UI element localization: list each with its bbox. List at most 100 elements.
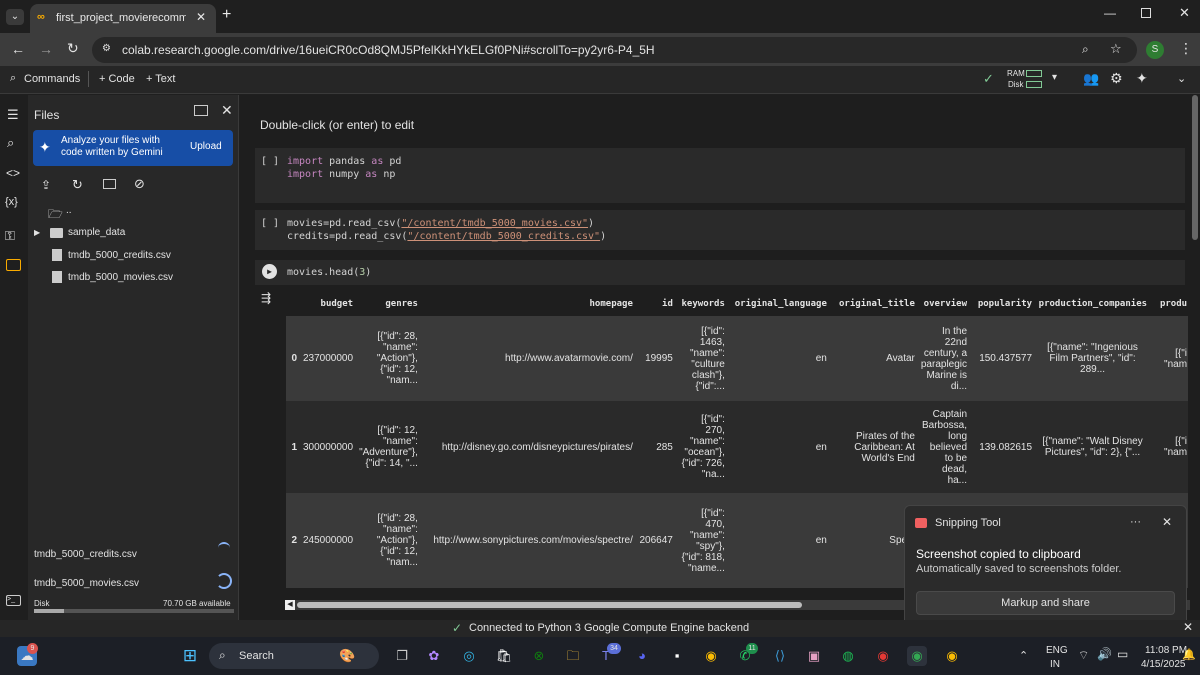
open-in-tab-icon[interactable] bbox=[194, 105, 208, 116]
wifi-icon[interactable]: ⌔ bbox=[1078, 648, 1089, 663]
zoom-icon[interactable]: ⌕ bbox=[1082, 42, 1089, 57]
task-view-icon[interactable]: ❐ bbox=[392, 646, 412, 666]
chrome-profile-icon[interactable]: ◉ bbox=[907, 646, 927, 666]
settings-gear-icon[interactable]: ⚙ bbox=[1110, 70, 1123, 87]
discord-icon[interactable]: ◕ bbox=[632, 646, 652, 666]
code-token: ) bbox=[588, 218, 595, 229]
table-cell: [{"id": 270, "name": "ocean"}, {"id": 726, "n… bbox=[675, 401, 728, 493]
add-text-button[interactable]: + Text bbox=[146, 73, 175, 85]
commands-button[interactable]: Commands bbox=[24, 73, 80, 85]
show-hidden-icons[interactable]: ⌃ bbox=[1019, 649, 1028, 662]
forward-icon[interactable]: → bbox=[39, 41, 53, 57]
browser-tab[interactable]: ∞ first_project_movierecommend ✕ bbox=[30, 4, 216, 33]
xbox-icon[interactable]: ⊗ bbox=[529, 646, 549, 666]
mount-drive-icon[interactable] bbox=[103, 179, 116, 189]
reload-icon[interactable]: ↻ bbox=[67, 40, 79, 57]
chrome-profile-icon[interactable]: ◉ bbox=[873, 646, 893, 666]
find-icon[interactable]: ⌕ bbox=[7, 135, 14, 151]
text-cell[interactable]: Double-click (or enter) to edit bbox=[260, 118, 414, 132]
url-field[interactable]: ⚙ colab.research.google.com/drive/16ueiC… bbox=[92, 37, 1137, 63]
markup-and-share-button[interactable]: Markup and share bbox=[916, 591, 1175, 615]
search-highlight-icon: 🎨 bbox=[339, 648, 356, 663]
file-explorer-icon[interactable]: 🗀 bbox=[563, 646, 583, 666]
vertical-scrollbar[interactable] bbox=[1190, 95, 1200, 620]
tab-search-icon[interactable]: ⌄ bbox=[6, 9, 24, 25]
toast-more-icon[interactable]: ··· bbox=[1130, 516, 1141, 528]
language-region[interactable]: IN bbox=[1050, 659, 1060, 670]
expand-arrow-icon[interactable]: ▶ bbox=[34, 228, 40, 237]
hide-files-icon[interactable]: ⊘ bbox=[134, 176, 145, 192]
gemini-analyze-banner[interactable]: ✦ Analyze your files with code written b… bbox=[33, 130, 233, 166]
terminal-icon[interactable]: >_ bbox=[6, 595, 21, 606]
code-cell-head[interactable]: ▶ movies.head(3) bbox=[255, 260, 1185, 285]
column-header: id bbox=[662, 299, 673, 309]
code-token: ) bbox=[365, 267, 372, 278]
volume-icon[interactable]: 🔊 bbox=[1097, 647, 1112, 661]
cell-line: [{"id": bbox=[701, 325, 725, 337]
table-cell: 245000000 bbox=[300, 493, 357, 588]
app-icon[interactable]: ▪ bbox=[667, 646, 687, 666]
clock-date[interactable]: 4/15/2025 bbox=[1141, 659, 1186, 670]
toast-close-icon[interactable]: ✕ bbox=[1162, 515, 1172, 529]
tab-close-icon[interactable]: ✕ bbox=[196, 10, 206, 24]
store-icon[interactable]: 🛍 bbox=[494, 646, 514, 666]
cell-line: 289... bbox=[1080, 364, 1106, 375]
files-close-icon[interactable]: ✕ bbox=[221, 102, 233, 119]
gemini-icon: ✦ bbox=[39, 139, 51, 155]
status-close-icon[interactable]: ✕ bbox=[1183, 620, 1193, 634]
copilot-icon[interactable]: ✿ bbox=[424, 646, 444, 666]
battery-icon[interactable]: ▭ bbox=[1117, 647, 1128, 661]
code-snippets-icon[interactable]: <> bbox=[6, 166, 20, 180]
back-icon[interactable]: ← bbox=[11, 41, 25, 57]
table-cell: 300000000 bbox=[300, 401, 357, 493]
clock-time[interactable]: 11:08 PM bbox=[1145, 645, 1187, 656]
start-windows-icon[interactable]: ⊞ bbox=[180, 646, 200, 666]
folder-sample-data[interactable]: sample_data bbox=[68, 227, 125, 238]
vscode-icon[interactable]: ⟨⟩ bbox=[770, 646, 790, 666]
upload-file-icon[interactable]: ⇪ bbox=[41, 178, 51, 192]
output-actions-icon[interactable]: ⇶ bbox=[261, 291, 271, 305]
toc-icon[interactable]: ☰ bbox=[7, 107, 19, 123]
app-icon[interactable]: ▣ bbox=[804, 646, 824, 666]
refresh-icon[interactable]: ↻ bbox=[72, 177, 83, 193]
edge-icon[interactable]: ◎ bbox=[459, 646, 479, 666]
cell-run-bracket[interactable]: [ ] bbox=[261, 218, 279, 229]
add-code-button[interactable]: + Code bbox=[99, 73, 135, 85]
file-credits[interactable]: tmdb_5000_credits.csv bbox=[68, 250, 171, 261]
restore-icon[interactable] bbox=[1141, 8, 1151, 18]
profile-avatar[interactable]: S bbox=[1146, 41, 1164, 59]
upload-button[interactable]: Upload bbox=[190, 141, 222, 152]
notifications-bell-icon[interactable]: 🔔 bbox=[1182, 648, 1196, 661]
files-folder-icon[interactable] bbox=[6, 259, 21, 271]
cell-run-bracket[interactable]: [ ] bbox=[261, 156, 279, 167]
scrollbar-thumb[interactable] bbox=[1192, 95, 1198, 240]
scrollbar-thumb[interactable] bbox=[297, 602, 802, 608]
upload-spinner-icon bbox=[216, 573, 232, 589]
code-cell-imports[interactable]: [ ] import pandas as pd import numpy as … bbox=[255, 148, 1185, 203]
run-cell-button[interactable]: ▶ bbox=[262, 264, 277, 279]
site-info-icon[interactable]: ⚙ bbox=[102, 43, 111, 54]
parent-folder-icon[interactable]: 🗁 bbox=[48, 205, 63, 226]
share-people-icon[interactable]: 👥 bbox=[1083, 71, 1099, 87]
code-cell-read-csv[interactable]: [ ] movies=pd.read_csv("/content/tmdb_50… bbox=[255, 210, 1185, 250]
variables-icon[interactable]: {x} bbox=[5, 196, 18, 208]
file-movies[interactable]: tmdb_5000_movies.csv bbox=[68, 272, 173, 283]
parent-folder-label[interactable]: .. bbox=[66, 205, 72, 216]
taskbar-search[interactable]: ⌕ Search 🎨 bbox=[209, 643, 379, 669]
scroll-left-arrow[interactable]: ◀ bbox=[285, 600, 295, 610]
secrets-key-icon[interactable]: ⚿ bbox=[5, 228, 15, 244]
chrome-icon[interactable]: ◉ bbox=[701, 646, 721, 666]
gemini-sparkle-icon[interactable]: ✦ bbox=[1136, 70, 1148, 87]
runtime-dropdown-icon[interactable]: ▾ bbox=[1052, 72, 1057, 83]
language-code[interactable]: ENG bbox=[1046, 645, 1068, 656]
window-close-icon[interactable]: ✕ bbox=[1179, 5, 1190, 21]
bookmark-star-icon[interactable]: ☆ bbox=[1110, 41, 1122, 57]
collapse-toolbar-icon[interactable]: ⌄ bbox=[1177, 72, 1186, 85]
chrome-profile-icon[interactable]: ◉ bbox=[942, 646, 962, 666]
minimize-icon[interactable]: — bbox=[1104, 6, 1116, 20]
snipping-tool-notification[interactable]: Snipping Tool ··· ✕ Screenshot copied to… bbox=[904, 505, 1187, 627]
colab-logo-icon: ∞ bbox=[37, 11, 45, 23]
browser-menu-icon[interactable]: ⋮ bbox=[1179, 40, 1193, 57]
new-tab-button[interactable]: + bbox=[222, 6, 231, 24]
spotify-icon[interactable]: ◍ bbox=[838, 646, 858, 666]
